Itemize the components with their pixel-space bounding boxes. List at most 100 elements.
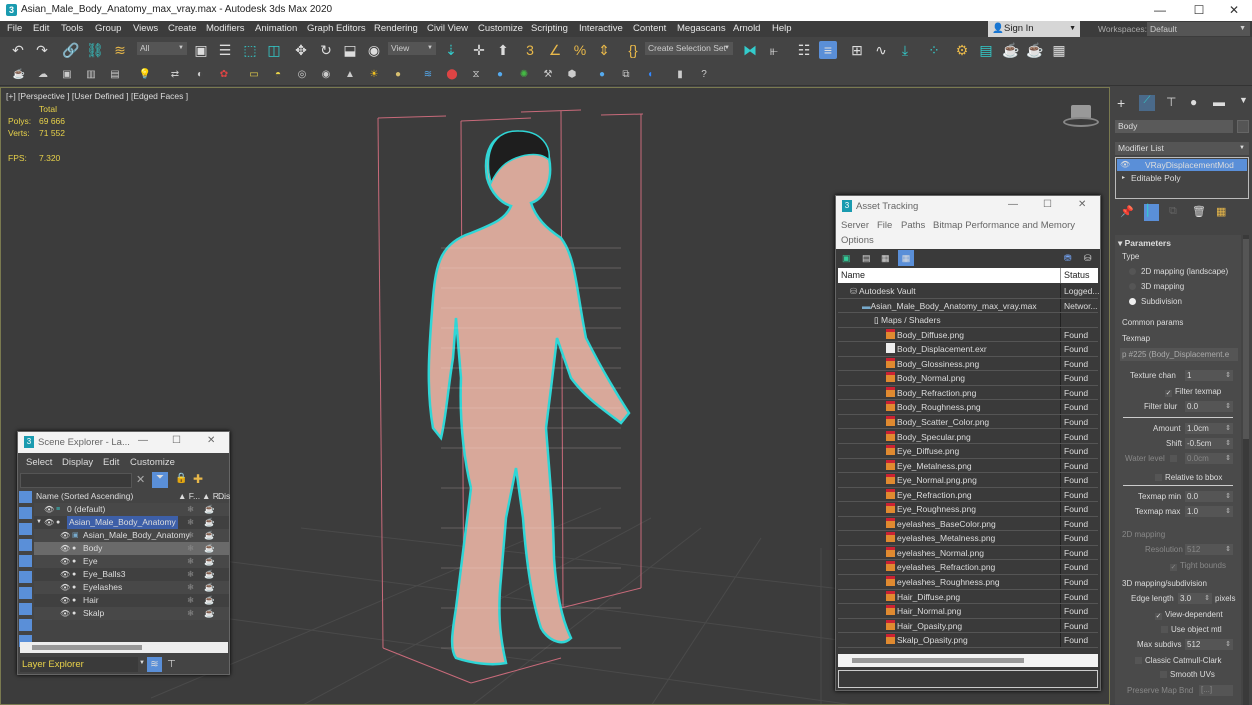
scene-explorer-row[interactable]: 👁 ● ❄ ☕ Eye_Balls3 [34, 568, 229, 581]
shift-spinner[interactable]: -0.5cm [1185, 438, 1233, 449]
make-unique-icon[interactable]: ⧉ [1169, 205, 1177, 218]
undo-icon[interactable]: ↶ [9, 41, 27, 59]
vray-mesh-light-icon[interactable]: ◉ [319, 68, 333, 82]
eye-icon[interactable]: 👁 [60, 568, 70, 581]
vray-sun-icon[interactable]: ☀ [367, 68, 381, 82]
menu-options[interactable]: Options [841, 235, 874, 246]
minimize-button[interactable]: — [1008, 199, 1018, 210]
asset-row[interactable]: Body_Normal.png Found [838, 371, 1098, 386]
render-teapot-icon[interactable]: ☕ [204, 503, 215, 516]
place-icon[interactable]: ◉ [365, 41, 383, 59]
create-tab-icon[interactable]: + [1117, 95, 1125, 111]
display-tab-icon[interactable]: ▬ [1213, 95, 1225, 109]
smooth-uvs-checkbox[interactable]: Smooth UVs [1160, 670, 1215, 679]
asset-row[interactable]: Hair_Opasity.png Found [838, 618, 1098, 634]
menu-file[interactable]: File [877, 220, 892, 231]
menu-arnold[interactable]: Arnold [733, 23, 760, 34]
groups-filter-icon[interactable] [19, 587, 32, 599]
object-name-field[interactable]: Body [1115, 120, 1233, 133]
asset-row[interactable]: Body_Roughness.png Found [838, 400, 1098, 415]
edge-length-spinner[interactable]: 3.0 [1178, 593, 1212, 604]
select-object-icon[interactable]: ▣ [192, 41, 210, 59]
bones-filter-icon[interactable] [19, 619, 32, 631]
texmap-max-spinner[interactable]: 1.0 [1185, 506, 1233, 517]
window-crossing-icon[interactable]: ◫ [265, 41, 283, 59]
asset-row[interactable]: Eye_Diffuse.png Found [838, 444, 1098, 459]
motion-tab-icon[interactable]: ● [1190, 95, 1197, 109]
menu-paths[interactable]: Paths [901, 220, 925, 231]
search-input[interactable] [20, 473, 132, 488]
modify-tab-icon[interactable]: ⟋ [1139, 95, 1155, 111]
stack-item-vray-displacement[interactable]: 👁 VRayDisplacementMod [1117, 159, 1247, 171]
scene-explorer-row[interactable]: ▼ 👁 ● ❄ ☕ Asian_Male_Body_Anatomy [34, 516, 229, 529]
rotate-icon[interactable]: ↻ [317, 41, 335, 59]
select-by-name-icon[interactable]: ☰ [216, 41, 234, 59]
vray-sphere-light-icon[interactable]: ◎ [295, 68, 309, 82]
use-object-mtl-checkbox[interactable]: Use object mtl [1161, 625, 1222, 634]
layer-manager-icon[interactable]: ☷ [795, 41, 813, 59]
vray-physical-camera-icon[interactable]: ◖ [643, 68, 657, 82]
viewcube[interactable] [1063, 105, 1099, 131]
asset-row[interactable]: Hair_Normal.png Found [838, 604, 1098, 619]
cloud-icon[interactable]: ☁ [36, 68, 50, 82]
dope-sheet-icon[interactable]: ⤓ [896, 41, 914, 59]
asset-row[interactable]: Body_Diffuse.png Found [838, 327, 1098, 343]
vray-mesh-export-icon[interactable]: ◐ [193, 68, 207, 82]
eye-icon[interactable]: 👁 [60, 555, 70, 568]
vray-clipper-icon[interactable]: ✺ [517, 68, 531, 82]
snaps-toggle-icon[interactable]: 3 [521, 41, 539, 59]
pivot-center-icon[interactable]: ⇣ [442, 41, 460, 59]
close-button[interactable]: ✕ [1078, 199, 1086, 210]
menu-scripting[interactable]: Scripting [531, 23, 568, 34]
amount-spinner[interactable]: 1.0cm [1185, 423, 1233, 434]
menu-display[interactable]: Display [62, 457, 93, 468]
max-subdivs-spinner[interactable]: 512 [1185, 639, 1233, 650]
scene-explorer-row[interactable]: 👁 ▣ ❄ ☕ Asian_Male_Body_Anatomy [34, 529, 229, 542]
rendered-frame-icon[interactable]: ▤ [977, 41, 995, 59]
scrollbar-thumb[interactable] [852, 658, 1024, 663]
angle-snap-icon[interactable]: ∠ [546, 41, 564, 59]
remove-modifier-icon[interactable]: 🗑 [1192, 205, 1206, 218]
close-button[interactable]: ✕ [207, 435, 215, 446]
menu-views[interactable]: Views [133, 23, 158, 34]
filter-texmap-checkbox[interactable]: ✓ Filter texmap [1165, 387, 1221, 397]
menu-modifiers[interactable]: Modifiers [206, 23, 245, 34]
list-view-icon[interactable]: ▤ [862, 253, 871, 264]
render-teapot-icon[interactable]: ☕ [204, 594, 215, 607]
filter-icon[interactable]: ⏷ [152, 472, 168, 488]
vray-volume-icon[interactable]: ⬢ [565, 68, 579, 82]
scene-explorer-titlebar[interactable]: 3 Scene Explorer - La... — ☐ ✕ [18, 432, 229, 453]
menu-edit[interactable]: Edit [33, 23, 49, 34]
workspace-select[interactable]: Default ▼ [1147, 22, 1250, 36]
eye-icon[interactable]: 👁 [44, 516, 54, 529]
selection-filter-select[interactable]: All ▼ [137, 42, 187, 55]
rollout-title[interactable]: ▾ Parameters [1118, 238, 1171, 249]
classic-catmull-checkbox[interactable]: Classic Catmull-Clark [1135, 656, 1221, 665]
spinner-snap-icon[interactable]: ⇕ [595, 41, 613, 59]
scene-explorer-row[interactable]: 👁 ● ❄ ☕ Eye [34, 555, 229, 568]
menu-edit[interactable]: Edit [103, 457, 119, 468]
asset-row[interactable]: Body_Scatter_Color.png Found [838, 414, 1098, 430]
vray-ies-light-icon[interactable]: ▲ [343, 68, 357, 82]
percent-snap-icon[interactable]: % [571, 41, 589, 59]
xrefs-filter-icon[interactable] [19, 603, 32, 615]
shapes-filter-icon[interactable] [19, 507, 32, 519]
column-display[interactable]: Dis [218, 490, 230, 503]
align-icon[interactable]: ⫦ [765, 41, 783, 59]
menu-select[interactable]: Select [26, 457, 52, 468]
asset-row[interactable]: Eye_Metalness.png Found [838, 458, 1098, 474]
scene-explorer-row[interactable]: 👁 ● ❄ ☕ Eyelashes [34, 581, 229, 594]
render-teapot-icon[interactable]: ☕ [204, 555, 215, 568]
render-iterative-icon[interactable]: ☕ [1026, 41, 1044, 59]
pin-stack-icon[interactable]: 📌 [1120, 205, 1134, 218]
last-vfb-icon[interactable]: ▥ [84, 68, 98, 82]
radio-subdivision[interactable]: Subdivision [1129, 297, 1182, 306]
expand-icon[interactable]: ▼ [36, 516, 42, 529]
vray-teapot-icon[interactable]: ☕ [12, 68, 26, 82]
menu-help[interactable]: Help [772, 23, 792, 34]
asset-row[interactable]: eyelashes_Refraction.png Found [838, 560, 1098, 575]
scrollbar-thumb[interactable] [1243, 239, 1249, 439]
cameras-filter-icon[interactable] [19, 539, 32, 551]
unlink-icon[interactable]: ⛓ [86, 41, 104, 59]
menu-tools[interactable]: Tools [61, 23, 83, 34]
